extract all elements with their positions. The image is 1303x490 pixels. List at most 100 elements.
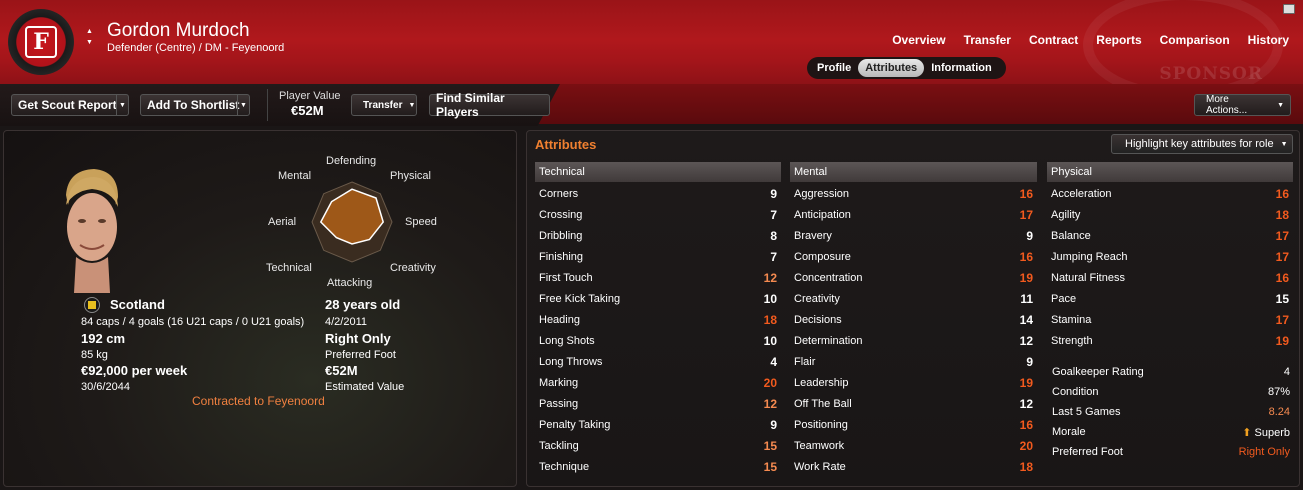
attribute-row[interactable]: Pace 15 (1047, 288, 1293, 309)
attribute-label: Anticipation (794, 208, 851, 221)
top-tabs: Overview Transfer Contract Reports Compa… (874, 33, 1289, 47)
attribute-row[interactable]: Aggression 16 (790, 183, 1037, 204)
attribute-row[interactable]: Tackling 15 (535, 435, 781, 456)
more-actions-button[interactable]: More Actions... ▼ (1194, 94, 1291, 116)
attribute-row[interactable]: Strength 19 (1047, 330, 1293, 351)
tab-contract[interactable]: Contract (1029, 33, 1078, 47)
attribute-label: Long Throws (539, 355, 603, 368)
find-similar-players-button[interactable]: Find Similar Players (429, 91, 550, 119)
attribute-row[interactable]: Composure 16 (790, 246, 1037, 267)
attribute-value: 19 (1019, 270, 1033, 285)
attribute-label: Acceleration (1051, 187, 1112, 200)
attribute-row[interactable]: Determination 12 (790, 330, 1037, 351)
attribute-row[interactable]: Flair 9 (790, 351, 1037, 372)
player-value: €52M (291, 103, 324, 118)
chevron-down-icon: ▼ (1277, 101, 1284, 109)
attribute-row[interactable]: Concentration 19 (790, 267, 1037, 288)
club-logo[interactable]: F (8, 9, 74, 75)
attribute-row[interactable]: Long Throws 4 (535, 351, 781, 372)
attribute-row[interactable]: Natural Fitness 16 (1047, 267, 1293, 288)
transfer-button[interactable]: Transfer ▼ (351, 94, 417, 116)
attribute-value: 12 (763, 270, 777, 285)
estimated-value: €52M (325, 363, 358, 378)
attribute-value: 12 (1019, 333, 1033, 348)
attribute-value: 16 (1275, 270, 1289, 285)
attribute-label: Positioning (794, 418, 848, 431)
attribute-value: 17 (1275, 249, 1289, 264)
attribute-value: 9 (770, 417, 777, 432)
add-to-shortlist-button[interactable]: Add To Shortlist ▼ (140, 94, 250, 116)
attribute-label: Finishing (539, 250, 584, 263)
attribute-value: 12 (763, 396, 777, 411)
attribute-value: 19 (1019, 375, 1033, 390)
get-scout-report-button[interactable]: Get Scout Report ▼ (11, 94, 129, 116)
attribute-row[interactable]: Technique 15 (535, 456, 781, 477)
attribute-row[interactable]: Dribbling 8 (535, 225, 781, 246)
date-of-birth: 4/2/2011 (325, 316, 368, 328)
attribute-value: 17 (1275, 312, 1289, 327)
chevron-down-icon[interactable]: ▼ (116, 95, 128, 115)
contract-status[interactable]: Contracted to Feyenoord (192, 394, 325, 408)
attribute-label: Off The Ball (794, 397, 852, 410)
attribute-row[interactable]: Creativity 11 (790, 288, 1037, 309)
subtab-profile[interactable]: Profile (810, 59, 858, 77)
info-row: Morale ⬆ Superb (1048, 422, 1294, 442)
subtab-attributes[interactable]: Attributes (858, 59, 925, 77)
attribute-row[interactable]: Passing 12 (535, 393, 781, 414)
tab-comparison[interactable]: Comparison (1160, 33, 1230, 47)
attribute-row[interactable]: Off The Ball 12 (790, 393, 1037, 414)
tab-reports[interactable]: Reports (1096, 33, 1141, 47)
attribute-row[interactable]: Positioning 16 (790, 414, 1037, 435)
attribute-value: 9 (770, 186, 777, 201)
attribute-row[interactable]: Acceleration 16 (1047, 183, 1293, 204)
attribute-row[interactable]: Work Rate 18 (790, 456, 1037, 477)
attribute-row[interactable]: Leadership 19 (790, 372, 1037, 393)
attribute-label: Agility (1051, 208, 1081, 221)
info-label: Preferred Foot (1052, 446, 1123, 458)
attribute-row[interactable]: Decisions 14 (790, 309, 1037, 330)
tab-transfer[interactable]: Transfer (964, 33, 1011, 47)
attribute-row[interactable]: Agility 18 (1047, 204, 1293, 225)
radar-label-creativity: Creativity (390, 262, 436, 274)
attribute-label: Crossing (539, 208, 583, 221)
attribute-row[interactable]: Corners 9 (535, 183, 781, 204)
attribute-label: Marking (539, 376, 579, 389)
attribute-row[interactable]: Heading 18 (535, 309, 781, 330)
attribute-row[interactable]: Free Kick Taking 10 (535, 288, 781, 309)
contract-end: 30/6/2044 (81, 381, 130, 393)
attribute-label: Long Shots (539, 334, 595, 347)
subtab-information[interactable]: Information (924, 59, 999, 77)
attribute-row[interactable]: Jumping Reach 17 (1047, 246, 1293, 267)
chevron-down-icon[interactable]: ▼ (237, 95, 249, 115)
attribute-row[interactable]: First Touch 12 (535, 267, 781, 288)
attribute-row[interactable]: Bravery 9 (790, 225, 1037, 246)
attribute-value: 7 (770, 207, 777, 222)
prev-player-icon[interactable]: ▲ (86, 26, 96, 37)
attribute-value: 12 (1019, 396, 1033, 411)
attribute-value: 19 (1275, 333, 1289, 348)
attribute-label: Jumping Reach (1051, 250, 1128, 263)
attribute-row[interactable]: Finishing 7 (535, 246, 781, 267)
height: 192 cm (81, 331, 126, 346)
add-to-shortlist-label: Add To Shortlist (147, 98, 240, 112)
attribute-row[interactable]: Marking 20 (535, 372, 781, 393)
sponsor-watermark-text: SPONSOR (1159, 64, 1263, 84)
attribute-row[interactable]: Teamwork 20 (790, 435, 1037, 456)
attribute-row[interactable]: Anticipation 17 (790, 204, 1037, 225)
next-player-icon[interactable]: ▼ (86, 37, 96, 48)
attribute-row[interactable]: Long Shots 10 (535, 330, 781, 351)
caps: 84 caps / 4 goals (16 U21 caps / 0 U21 g… (81, 316, 305, 328)
player-face (66, 169, 118, 293)
window-icon[interactable] (1283, 4, 1295, 14)
tab-history[interactable]: History (1248, 33, 1289, 47)
more-actions-label: More Actions... (1206, 94, 1248, 116)
nation-flag-icon (84, 297, 100, 313)
attribute-row[interactable]: Crossing 7 (535, 204, 781, 225)
attribute-value: 18 (1275, 207, 1289, 222)
nation: Scotland (110, 297, 165, 312)
highlight-role-dropdown[interactable]: Highlight key attributes for role ▼ (1111, 134, 1293, 154)
attribute-row[interactable]: Stamina 17 (1047, 309, 1293, 330)
tab-overview[interactable]: Overview (892, 33, 945, 47)
attribute-row[interactable]: Penalty Taking 9 (535, 414, 781, 435)
attribute-row[interactable]: Balance 17 (1047, 225, 1293, 246)
